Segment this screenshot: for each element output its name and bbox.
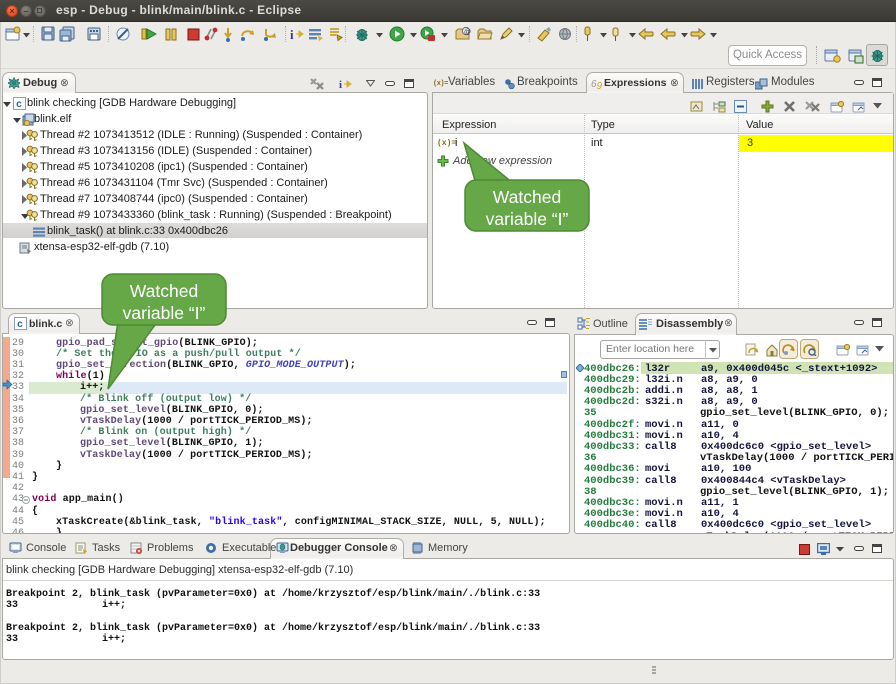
- svg-text:variable “I”: variable “I”: [123, 303, 206, 323]
- svg-text:Watched: Watched: [130, 281, 198, 301]
